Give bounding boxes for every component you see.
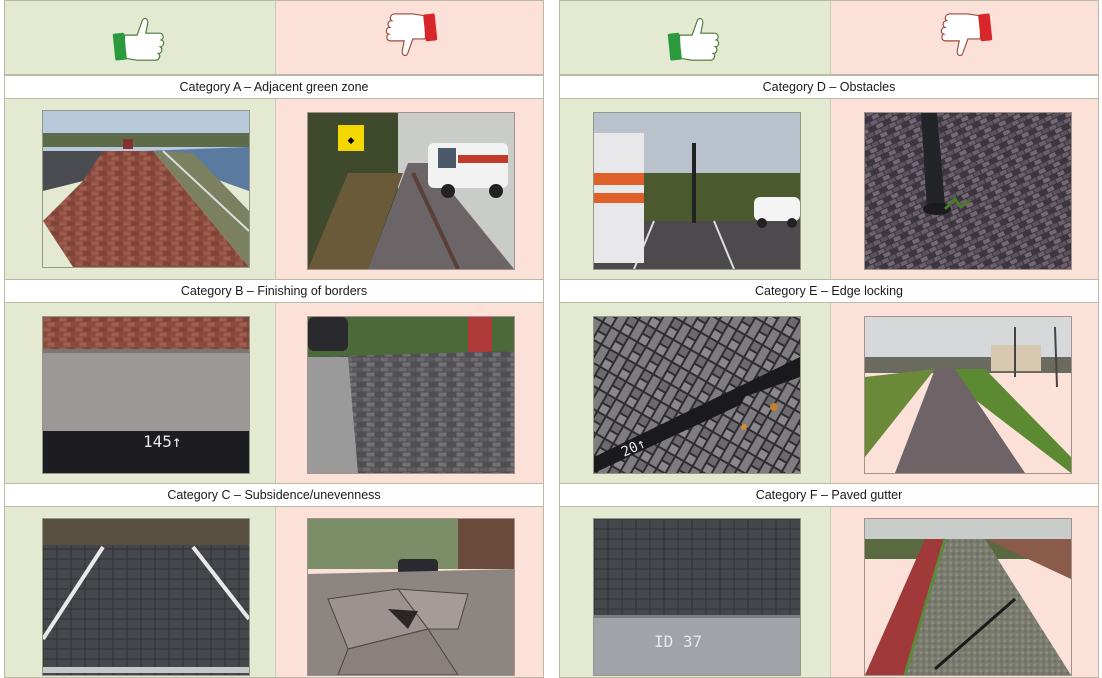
sign-glyph: ◆	[348, 136, 355, 146]
category-a-bad-cell: ◆	[275, 99, 543, 279]
thumbs-down-icon	[940, 12, 992, 56]
category-f-bad-cell	[830, 507, 1098, 677]
good-header	[5, 1, 275, 75]
left-panel: Category A – Adjacent green zone ◆ Categ…	[4, 0, 544, 678]
category-b-title: Category B – Finishing of borders	[5, 279, 543, 303]
category-d-good-cell	[560, 99, 830, 279]
category-c-bad-cell	[275, 507, 543, 677]
category-a-title: Category A – Adjacent green zone	[5, 75, 543, 99]
category-e-title: Category E – Edge locking	[560, 279, 1098, 303]
category-e-good-photo: 20↑	[594, 317, 800, 473]
thumbs-down-icon	[385, 12, 437, 56]
category-d-good-photo	[594, 113, 800, 269]
category-e-bad-cell	[830, 303, 1098, 483]
category-a-good-cell	[5, 99, 275, 279]
category-b-bad-cell	[275, 303, 543, 483]
good-header-right	[560, 1, 830, 75]
category-d-bad-cell	[830, 99, 1098, 279]
category-e-bad-photo	[865, 317, 1071, 473]
category-d-title: Category D – Obstacles	[560, 75, 1098, 99]
chalk-mark-f: ID 37	[654, 632, 702, 651]
category-f-bad-photo	[865, 519, 1071, 675]
right-panel: Category D – Obstacles Category E – Edge…	[559, 0, 1099, 678]
category-a-bad-photo: ◆	[308, 113, 514, 269]
category-c-good-cell	[5, 507, 275, 677]
chalk-mark-b: 145↑	[143, 432, 182, 451]
category-b-good-cell: 145↑	[5, 303, 275, 483]
category-b-good-photo: 145↑	[43, 317, 249, 473]
category-f-title: Category F – Paved gutter	[560, 483, 1098, 507]
category-c-good-photo	[43, 519, 249, 675]
category-c-title: Category C – Subsidence/unevenness	[5, 483, 543, 507]
bad-header	[275, 1, 543, 75]
category-c-bad-photo	[308, 519, 514, 675]
category-b-bad-photo	[308, 317, 514, 473]
category-f-good-cell: ID 37	[560, 507, 830, 677]
bad-header-right	[830, 1, 1098, 75]
thumbs-up-icon	[112, 17, 165, 61]
category-d-bad-photo	[865, 113, 1071, 269]
category-f-good-photo: ID 37	[594, 519, 800, 675]
category-a-good-photo	[43, 111, 249, 267]
thumbs-up-icon	[667, 17, 720, 61]
category-e-good-cell: 20↑	[560, 303, 830, 483]
